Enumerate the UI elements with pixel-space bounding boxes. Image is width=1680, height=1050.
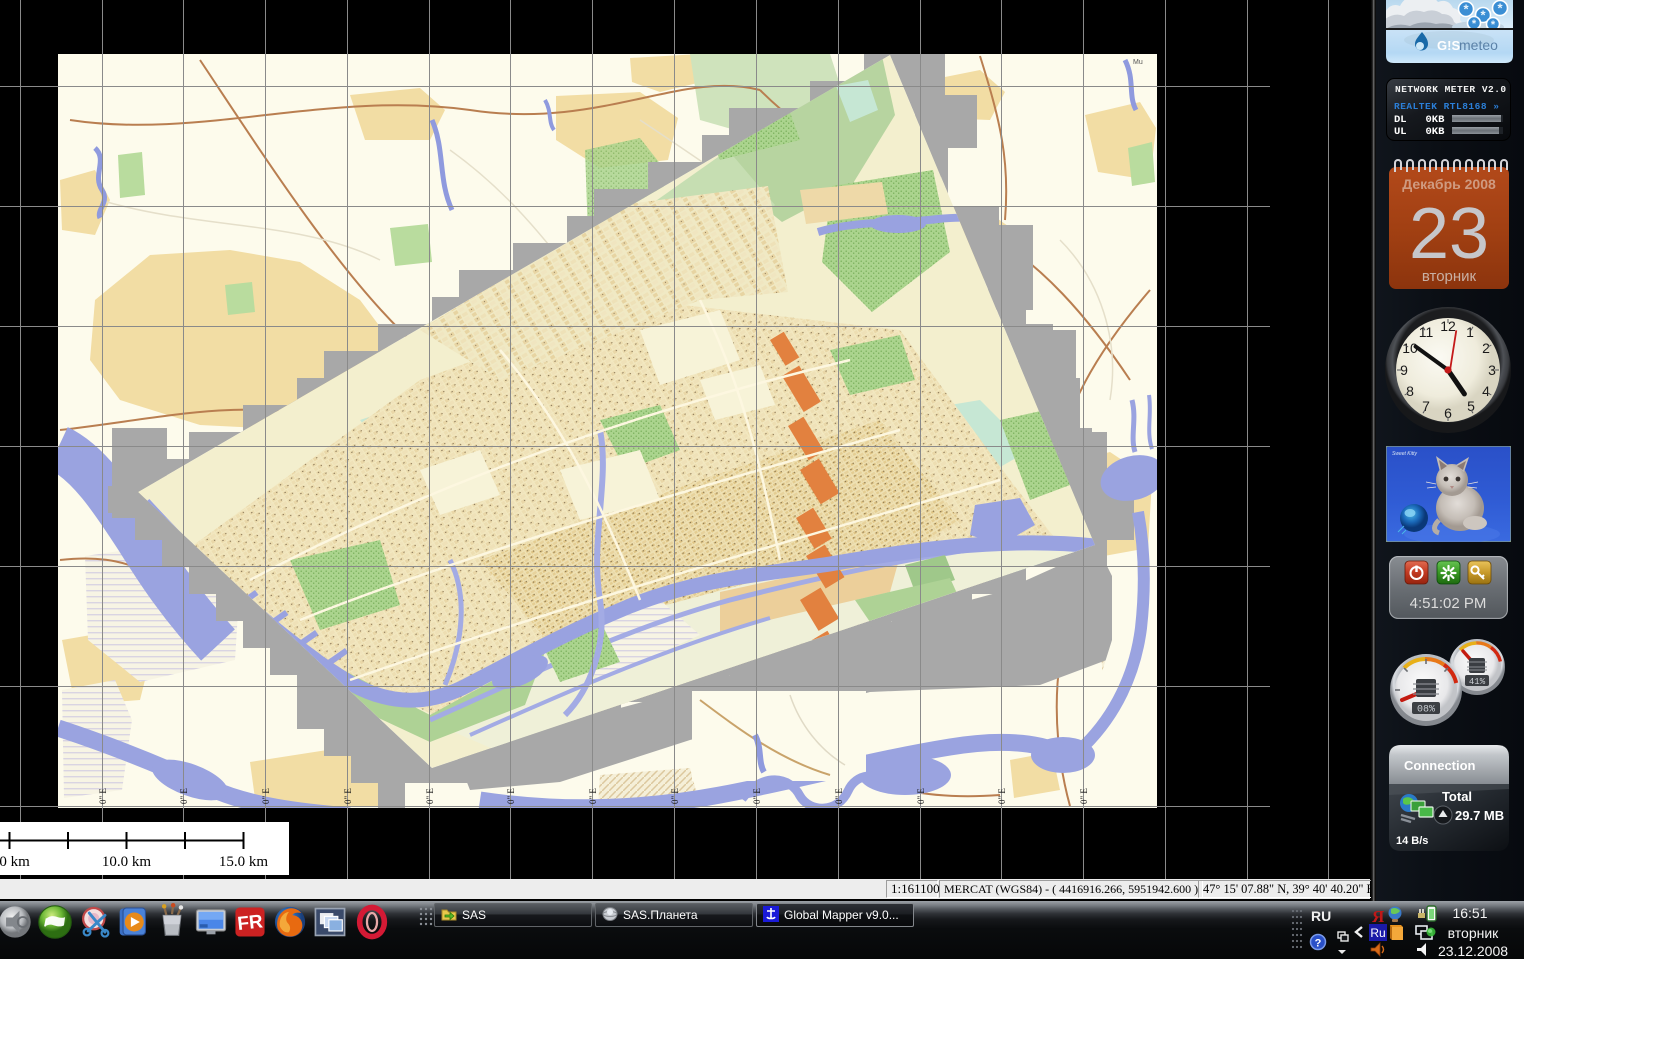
svg-text:5.0 km: 5.0 km [0,854,30,870]
svg-text:Sweet Kitty: Sweet Kitty [1392,451,1418,457]
svg-text:0" E: 0" E [179,788,189,804]
svg-text:23: 23 [1409,194,1489,274]
svg-text:4:51:02 PM: 4:51:02 PM [1410,595,1487,612]
svg-text:41%: 41% [1469,677,1486,687]
svg-text:11: 11 [1419,324,1434,340]
svg-text:?: ? [1315,938,1322,950]
svg-text:0" E: 0" E [916,788,926,804]
svg-text:0" E: 0" E [588,788,598,804]
svg-text:08%: 08% [1417,705,1435,716]
svg-text:0" E: 0" E [834,788,844,804]
svg-text:0" E: 0" E [1079,788,1089,804]
svg-text:FR: FR [236,911,264,935]
svg-text:Я: Я [1372,907,1384,926]
svg-text:0" E: 0" E [506,788,516,804]
svg-text:3: 3 [1488,362,1496,378]
svg-text:REALTEK RTL8168 »: REALTEK RTL8168 » [1394,101,1499,112]
svg-text:Total: Total [1442,789,1472,804]
svg-text:0" E: 0" E [343,788,353,804]
svg-text:UL 0KB: UL 0KB [1394,126,1445,138]
svg-text:G!S: G!S [1437,38,1460,53]
svg-text:meteo: meteo [1459,37,1498,53]
svg-text:DL 0KB: DL 0KB [1394,114,1445,126]
svg-text:вторник: вторник [1422,268,1477,285]
svg-text:Connection: Connection [1404,758,1476,773]
svg-text:0" E: 0" E [261,788,271,804]
svg-text:15.0 km: 15.0 km [219,854,269,870]
svg-text:29.7 MB: 29.7 MB [1455,808,1504,823]
svg-text:0" E: 0" E [98,788,108,804]
svg-text:RU: RU [1311,908,1331,924]
svg-text:0" E: 0" E [425,788,435,804]
svg-text:Ru: Ru [1370,926,1385,940]
svg-text:5: 5 [1467,398,1475,414]
svg-text:2: 2 [1482,340,1490,356]
svg-text:4: 4 [1482,383,1490,399]
svg-text:1: 1 [1466,324,1474,340]
svg-text:Mu: Mu [1133,59,1143,66]
svg-text:Декабрь 2008: Декабрь 2008 [1402,176,1496,192]
svg-text:8: 8 [1406,383,1414,399]
svg-text:9: 9 [1400,362,1408,378]
svg-text:10.0 km: 10.0 km [102,854,152,870]
svg-text:14 B/s: 14 B/s [1396,835,1428,847]
svg-text:0" E: 0" E [670,788,680,804]
svg-text:NETWORK METER V2.0: NETWORK METER V2.0 [1395,84,1507,95]
svg-text:0" E: 0" E [997,788,1007,804]
svg-text:16:51: 16:51 [1452,905,1487,921]
svg-text:7: 7 [1422,398,1430,414]
svg-text:вторник: вторник [1448,925,1500,941]
svg-text:23.12.2008: 23.12.2008 [1438,943,1508,959]
svg-text:0" E: 0" E [752,788,762,804]
